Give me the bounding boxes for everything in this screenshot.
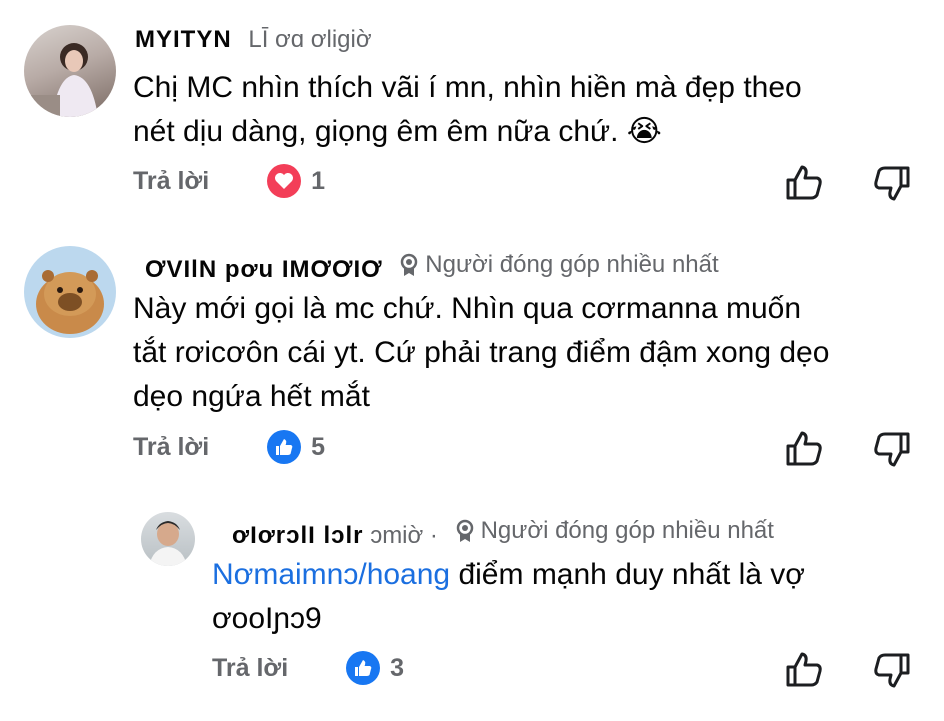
- thumbs-up-outline-icon[interactable]: [784, 650, 824, 690]
- heart-reaction-icon: [267, 164, 302, 198]
- top-contributor-badge: Người đóng góp nhiều nhất: [455, 517, 774, 545]
- badge-label: Người đóng góp nhiều nhất: [480, 517, 774, 544]
- author-name[interactable]: ƠVIlN pơu IMƠƠIƠ: [145, 256, 383, 283]
- avatar-photo-icon: [30, 43, 98, 117]
- avatar-photo-icon: [149, 521, 187, 566]
- comment-line: Chị MC nhìn thích vãi í mn, nhìn hiền mà…: [133, 71, 802, 104]
- author-name[interactable]: MYITYN: [135, 26, 232, 53]
- reaction-summary[interactable]: 1: [267, 164, 325, 198]
- comment-actions: Trả lời 3: [212, 651, 404, 685]
- top-contributor-badge: Người đóng góp nhiều nhất: [399, 251, 719, 279]
- author-name[interactable]: ơIơrɔlI lɔlr: [232, 522, 364, 549]
- top-contributor-badge-icon: [401, 253, 418, 276]
- reply-button[interactable]: Trả lời: [133, 167, 209, 196]
- thumbs-down-outline-icon[interactable]: [872, 650, 912, 690]
- mention-link[interactable]: Nơmaimnɔ/hoang: [212, 558, 450, 591]
- thumbs-up-outline-icon[interactable]: [784, 163, 824, 203]
- reply-button[interactable]: Trả lời: [212, 654, 288, 683]
- comment-text: Nơmaimnɔ/hoang điểm mạnh duy nhất là vợ …: [212, 553, 805, 641]
- comment-actions: Trả lời 5: [133, 430, 325, 464]
- avatar[interactable]: [24, 25, 116, 117]
- comment-line: ơooIɲɔ9: [212, 602, 322, 635]
- like-reaction-icon: [267, 430, 302, 464]
- top-contributor-badge-icon: [456, 519, 473, 542]
- reaction-count: 5: [311, 432, 326, 461]
- reply-button[interactable]: Trả lời: [133, 433, 209, 462]
- comment-line: tắt rơicơôn cái yt. Cứ phải trang điểm đ…: [133, 336, 830, 369]
- avatar[interactable]: [24, 246, 116, 338]
- comment-meta: MYITYN LĪ ơɑ ơliɡiờ: [135, 26, 372, 54]
- timestamp[interactable]: LĪ ơɑ ơliɡiờ: [248, 26, 371, 53]
- timestamp[interactable]: ɔmiờ ·: [370, 522, 438, 549]
- comment-text: Này mới gọi là mc chứ. Nhìn qua cơrmanna…: [133, 287, 829, 419]
- comment-line: dẹo ngứa hết mắt: [133, 380, 370, 413]
- badge-label: Người đóng góp nhiều nhất: [425, 251, 719, 278]
- thumbs-down-outline-icon[interactable]: [872, 429, 912, 469]
- comment-meta: ƠVIlN pơu IMƠƠIƠ Người đóng góp nhiều nh…: [145, 251, 719, 284]
- comment-line: Nơmaimnɔ/hoang điểm mạnh duy nhất là vợ: [212, 553, 805, 597]
- comment-actions: Trả lời 1: [133, 164, 325, 198]
- avatar[interactable]: [141, 512, 195, 566]
- reaction-summary[interactable]: 3: [346, 651, 404, 685]
- reaction-count: 3: [390, 653, 405, 682]
- thumbs-down-outline-icon[interactable]: [872, 163, 912, 203]
- comment-text: Chị MC nhìn thích vãi í mn, nhìn hiền mà…: [133, 66, 802, 154]
- capybara-avatar-icon: [36, 270, 104, 334]
- reaction-count: 1: [311, 166, 326, 195]
- comment-line-text: điểm mạnh duy nhất là vợ: [450, 558, 805, 591]
- reaction-summary[interactable]: 5: [267, 430, 325, 464]
- comment-line: nét dịu dàng, giọng êm êm nữa chứ. 😭: [133, 115, 662, 148]
- like-reaction-icon: [346, 651, 381, 685]
- comment-meta: ơIơrɔlI lɔlr ɔmiờ · Người đóng góp nhiều…: [232, 517, 774, 550]
- thumbs-up-outline-icon[interactable]: [784, 429, 824, 469]
- comment-line: Này mới gọi là mc chứ. Nhìn qua cơrmanna…: [133, 292, 802, 325]
